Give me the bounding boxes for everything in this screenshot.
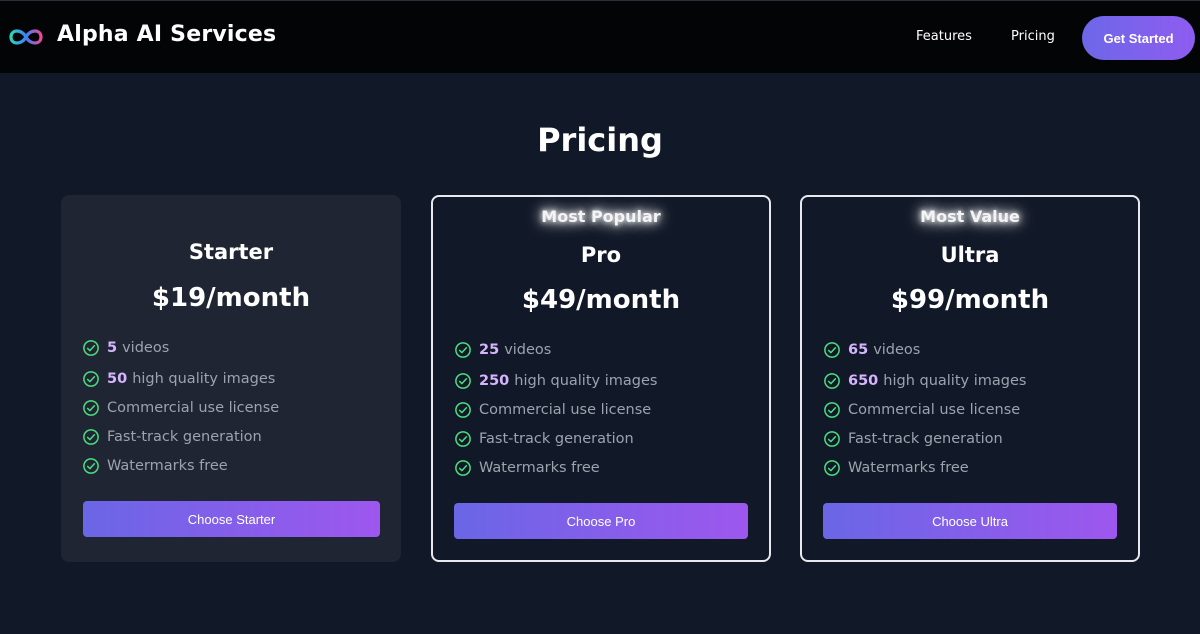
feature-item: Watermarks free [82,451,279,480]
check-circle-icon [83,340,99,356]
plan-name: Ultra [940,243,1000,267]
feature-item: 25 videos [454,334,657,366]
feature-list: 65 videos 650 high quality images Commer… [823,334,1026,482]
choose-starter-button[interactable]: Choose Starter [83,501,380,537]
brand-name[interactable]: Alpha AI Services [57,22,276,47]
plan-name: Pro [580,243,622,267]
feature-item: Watermarks free [823,453,1026,482]
feature-item: 250 high quality images [454,366,657,395]
check-circle-icon [824,342,840,358]
feature-label: Watermarks free [479,459,600,476]
feature-value: 25 [479,342,500,358]
top-nav-bar: Alpha AI Services Features Pricing Get S… [0,0,1200,73]
feature-item: Watermarks free [454,453,657,482]
check-circle-icon [83,428,99,445]
feature-label: Fast-track generation [107,428,262,445]
feature-label: videos [873,342,921,358]
feature-value: 5 [107,340,118,356]
feature-item: 50 high quality images [82,364,279,393]
most-value-badge: Most Value [920,207,1020,226]
feature-item: Fast-track generation [823,424,1026,453]
feature-label: videos [504,342,552,358]
feature-list: 5 videos 50 high quality images Commerci… [82,332,279,480]
feature-list: 25 videos 250 high quality images Commer… [454,334,657,482]
feature-item: Fast-track generation [454,424,657,453]
feature-label: Commercial use license [848,401,1021,418]
plan-card-starter: Starter $19/month 5 videos 50 high quali… [61,195,401,562]
choose-pro-button[interactable]: Choose Pro [454,503,748,539]
plan-name: Starter [188,240,274,264]
plan-price: $49/month [521,285,681,315]
plan-price: $19/month [151,283,311,313]
feature-item: 650 high quality images [823,366,1026,395]
check-circle-icon [824,372,840,389]
page-title: Pricing [537,121,663,159]
check-circle-icon [455,372,471,389]
feature-value: 65 [848,342,869,358]
plan-card-pro: Most Popular Pro $49/month 25 videos 250… [431,195,771,562]
feature-value: 650 [848,372,879,389]
check-circle-icon [83,399,99,416]
feature-item: Commercial use license [454,395,657,424]
nav-features-link[interactable]: Features [916,29,972,44]
check-circle-icon [824,430,840,447]
feature-label: high quality images [132,370,276,387]
infinity-logo-icon[interactable] [8,21,44,53]
feature-value: 250 [479,372,510,389]
plan-price: $99/month [890,285,1050,315]
feature-label: Fast-track generation [479,430,634,447]
get-started-button[interactable]: Get Started [1082,16,1195,60]
check-circle-icon [455,459,471,476]
check-circle-icon [83,457,99,474]
feature-item: Commercial use license [82,393,279,422]
feature-item: 65 videos [823,334,1026,366]
feature-label: Watermarks free [107,457,228,474]
feature-item: 5 videos [82,332,279,364]
plan-card-ultra: Most Value Ultra $99/month 65 videos 650… [800,195,1140,562]
nav-pricing-link[interactable]: Pricing [1011,29,1055,44]
check-circle-icon [455,401,471,418]
feature-label: high quality images [883,372,1027,389]
feature-label: Fast-track generation [848,430,1003,447]
feature-label: videos [122,340,170,356]
feature-value: 50 [107,370,128,387]
most-popular-badge: Most Popular [541,207,661,226]
feature-label: Commercial use license [479,401,652,418]
feature-item: Fast-track generation [82,422,279,451]
feature-label: Commercial use license [107,399,280,416]
feature-item: Commercial use license [823,395,1026,424]
check-circle-icon [455,342,471,358]
feature-label: Watermarks free [848,459,969,476]
choose-ultra-button[interactable]: Choose Ultra [823,503,1117,539]
feature-label: high quality images [514,372,658,389]
check-circle-icon [824,401,840,418]
check-circle-icon [83,370,99,387]
check-circle-icon [824,459,840,476]
check-circle-icon [455,430,471,447]
